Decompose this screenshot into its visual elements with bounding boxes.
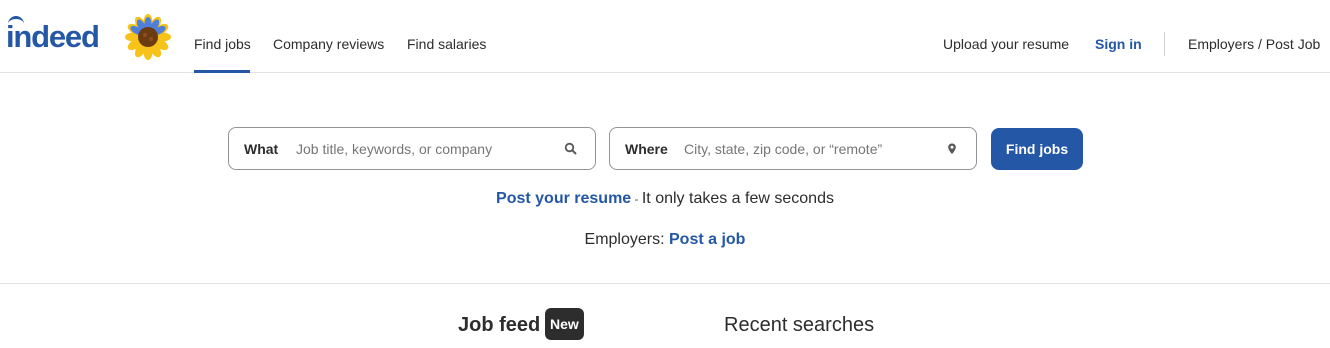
section-divider [0,283,1330,284]
find-jobs-button[interactable]: Find jobs [991,128,1083,170]
active-tab-indicator [194,70,250,73]
employers-prefix: Employers: [584,231,669,248]
tab-job-feed[interactable]: Job feed [458,313,540,337]
sign-in-link[interactable]: Sign in [1095,35,1142,53]
site-header: indeed Find jobs Company reviews Find sa… [0,0,1330,73]
promo-dash: - [631,192,642,206]
upload-resume-link[interactable]: Upload your resume [943,35,1069,53]
logo-arc [8,16,24,24]
search-icon [564,142,577,155]
logo-text: indeed [6,19,100,54]
location-pin-icon [948,143,956,154]
post-a-job-link[interactable]: Post a job [669,231,745,248]
indeed-logo[interactable]: indeed [6,16,100,56]
nav-find-salaries[interactable]: Find salaries [407,35,486,53]
nav-company-reviews[interactable]: Company reviews [273,35,384,53]
employers-post-job-link[interactable]: Employers / Post Job [1188,35,1320,53]
where-search-box[interactable]: Where [609,127,977,170]
post-resume-promo: Post your resume - It only takes a few s… [0,189,1330,209]
nav-find-jobs[interactable]: Find jobs [194,35,251,53]
header-divider [1164,32,1165,56]
sunflower-icon [125,14,171,60]
where-input[interactable] [684,136,934,162]
new-badge: New [545,308,584,340]
what-search-box[interactable]: What [228,127,596,170]
post-resume-link[interactable]: Post your resume [496,190,631,207]
where-label: Where [625,141,668,157]
what-label: What [244,141,279,157]
tab-recent-searches[interactable]: Recent searches [724,313,874,337]
employers-promo: Employers: Post a job [0,230,1330,250]
promo-text: It only takes a few seconds [641,190,834,207]
what-input[interactable] [296,136,551,162]
